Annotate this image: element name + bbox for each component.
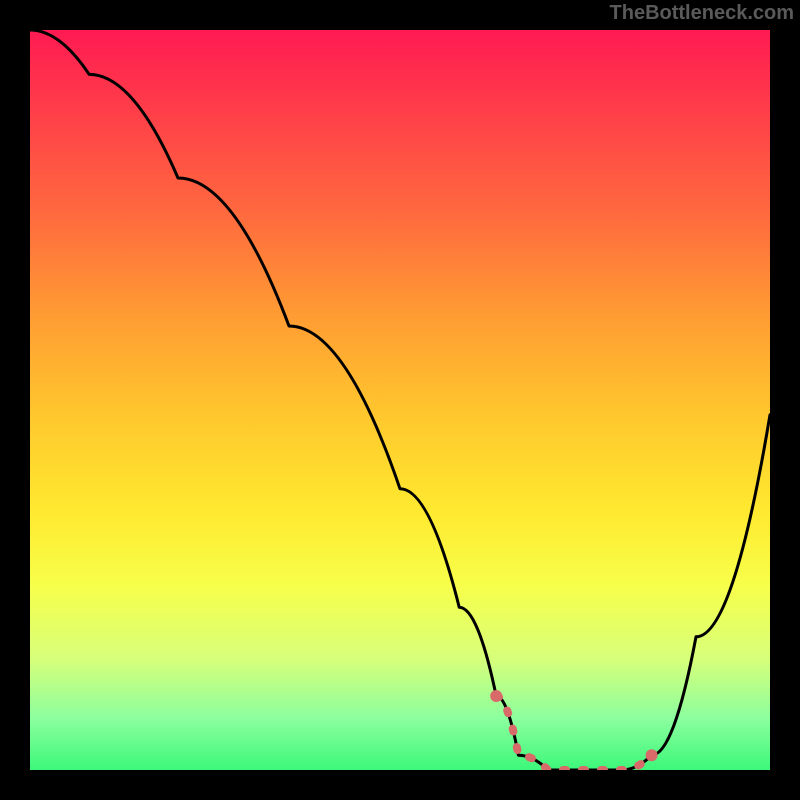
bottleneck-curve-path — [30, 30, 770, 770]
curve-layer — [30, 30, 770, 770]
optimal-range-dot — [646, 749, 658, 761]
chart-frame: TheBottleneck.com — [0, 0, 800, 800]
optimal-range-path — [496, 696, 651, 770]
plot-area — [30, 30, 770, 770]
watermark-text: TheBottleneck.com — [610, 2, 794, 25]
optimal-range-dot — [490, 690, 502, 702]
